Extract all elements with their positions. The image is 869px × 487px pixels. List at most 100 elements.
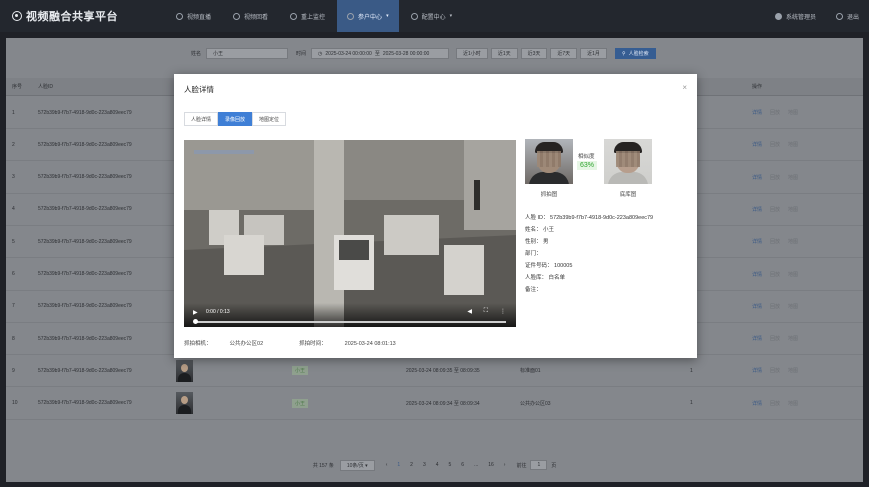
time-range-input[interactable]: ◷ 2025-03-24 00:00:00 至 2025-03-28 00:00… bbox=[311, 48, 450, 59]
page-4[interactable]: 4 bbox=[436, 462, 439, 468]
playback-button[interactable]: 回放 bbox=[770, 109, 780, 116]
volume-icon[interactable]: ◀ bbox=[467, 308, 472, 315]
name-label: 姓名 bbox=[191, 51, 202, 57]
detail-id-number: 证件号码： 100005 bbox=[525, 263, 573, 269]
live-icon bbox=[176, 12, 183, 20]
map-button[interactable]: 地图 bbox=[788, 141, 798, 148]
name-input[interactable]: 小王 bbox=[206, 48, 289, 59]
row-actions: 详情 回放 地图 bbox=[752, 367, 806, 374]
row-actions: 详情 回放 地图 bbox=[752, 303, 806, 310]
detail-button[interactable]: 详情 bbox=[752, 271, 762, 278]
page-3[interactable]: 3 bbox=[423, 462, 426, 468]
playback-button[interactable]: 回放 bbox=[770, 400, 780, 407]
map-button[interactable]: 地图 bbox=[788, 238, 798, 245]
capture-time-label: 抓拍时间： bbox=[299, 341, 327, 347]
detail-button[interactable]: 详情 bbox=[752, 238, 762, 245]
quick-1d-button[interactable]: 近1天 bbox=[490, 48, 518, 59]
map-button[interactable]: 地图 bbox=[788, 174, 798, 181]
page-ellipsis[interactable]: ... bbox=[474, 462, 478, 468]
goto-page-input[interactable]: 1 bbox=[530, 460, 548, 470]
quick-1m-button[interactable]: 近1月 bbox=[580, 48, 607, 59]
detail-button[interactable]: 详情 bbox=[752, 174, 762, 181]
playback-button[interactable]: 回放 bbox=[770, 271, 780, 278]
row-face-id: 572b39b9-f7b7-4918-9d0c-223a809eec79 bbox=[38, 206, 132, 213]
detail-button[interactable]: 详情 bbox=[752, 206, 762, 213]
nav-user-center[interactable]: 参户中心 ▾ bbox=[337, 0, 399, 32]
page-unit-label: 页 bbox=[551, 462, 557, 469]
detail-button[interactable]: 详情 bbox=[752, 303, 762, 310]
quick-7d-button[interactable]: 近7天 bbox=[550, 48, 578, 59]
gear-icon bbox=[410, 12, 418, 20]
quick-3d-button[interactable]: 近3天 bbox=[520, 48, 548, 59]
fullscreen-icon[interactable]: ⛶ bbox=[484, 308, 488, 315]
playback-button[interactable]: 回放 bbox=[770, 174, 780, 181]
page-5[interactable]: 5 bbox=[449, 462, 452, 468]
quick-1h-button[interactable]: 近1小时 bbox=[456, 48, 488, 59]
map-button[interactable]: 地图 bbox=[788, 335, 798, 342]
detail-face-library: 人脸库： 白名单 bbox=[525, 275, 566, 281]
playback-button[interactable]: 回放 bbox=[770, 335, 780, 342]
detail-button[interactable]: 详情 bbox=[752, 335, 762, 342]
row-actions: 详情 回放 地图 bbox=[752, 141, 806, 148]
total-count: 共 157 条 bbox=[312, 462, 334, 469]
header-right: 系统管理员 退出 bbox=[774, 0, 859, 32]
detail-button[interactable]: 详情 bbox=[752, 367, 762, 374]
video-progress-bar[interactable] bbox=[194, 321, 506, 323]
playback-button[interactable]: 回放 bbox=[770, 206, 780, 213]
power-icon bbox=[835, 12, 843, 20]
nav-config[interactable]: 配置中心 ▾ bbox=[401, 0, 463, 32]
map-button[interactable]: 地图 bbox=[788, 400, 798, 407]
page-1[interactable]: 1 bbox=[397, 462, 400, 468]
close-icon[interactable]: × bbox=[682, 83, 687, 92]
page-size-select[interactable]: 10条/页 ▾ bbox=[339, 459, 375, 471]
face-search-button[interactable]: ⚲ 人脸检索 bbox=[614, 48, 656, 59]
map-button[interactable]: 地图 bbox=[788, 271, 798, 278]
face-detail-modal: 人脸详情 × 人脸详情 录像回放 地图定位 ▶ 0:00 / 0:13 ◀ ⛶ … bbox=[174, 74, 697, 358]
detail-button[interactable]: 详情 bbox=[752, 141, 762, 148]
app-logo[interactable]: 视频融合共享平台 bbox=[12, 8, 152, 24]
detail-button[interactable]: 详情 bbox=[752, 109, 762, 116]
logout-button[interactable]: 退出 bbox=[835, 12, 859, 21]
playback-button[interactable]: 回放 bbox=[770, 303, 780, 310]
row-index: 3 bbox=[12, 174, 15, 181]
more-icon[interactable]: ⋮ bbox=[500, 308, 506, 315]
nav-live[interactable]: 视频直播 bbox=[166, 0, 221, 32]
row-index: 2 bbox=[12, 141, 15, 148]
playback-button[interactable]: 回放 bbox=[770, 367, 780, 374]
map-button[interactable]: 地图 bbox=[788, 206, 798, 213]
library-image bbox=[604, 139, 652, 184]
tab-video-playback[interactable]: 录像回放 bbox=[218, 112, 253, 126]
row-name: 小王 bbox=[292, 366, 309, 376]
capture-image bbox=[525, 139, 573, 184]
page-16[interactable]: 16 bbox=[488, 462, 494, 468]
next-page-button[interactable]: › bbox=[504, 462, 506, 468]
playback-button[interactable]: 回放 bbox=[770, 141, 780, 148]
modal-tabs: 人脸详情 录像回放 地图定位 bbox=[184, 112, 287, 126]
row-face-id: 572b39b9-f7b7-4918-9d0c-223a809eec79 bbox=[38, 271, 132, 277]
detail-button[interactable]: 详情 bbox=[752, 400, 762, 407]
prev-page-button[interactable]: ‹ bbox=[386, 462, 388, 468]
video-time: 0:00 / 0:13 bbox=[206, 309, 230, 315]
tab-map-location[interactable]: 地图定位 bbox=[252, 112, 287, 126]
tab-face-detail[interactable]: 人脸详情 bbox=[184, 112, 219, 126]
top-bar: 视频融合共享平台 视频直播 视频回看 重上监控 参户中心 ▾ 配置中心 ▾ 系统管理… bbox=[0, 0, 869, 32]
play-icon[interactable]: ▶ bbox=[193, 309, 198, 316]
capture-caption: 抓拍图 bbox=[540, 192, 558, 198]
map-button[interactable]: 地图 bbox=[788, 303, 798, 310]
page-6[interactable]: 6 bbox=[461, 462, 464, 468]
user-menu[interactable]: 系统管理员 bbox=[774, 12, 816, 21]
playback-button[interactable]: 回放 bbox=[770, 238, 780, 245]
video-frame bbox=[184, 140, 516, 327]
chevron-down-icon: ▾ bbox=[386, 13, 389, 19]
video-player[interactable]: ▶ 0:00 / 0:13 ◀ ⛶ ⋮ bbox=[184, 140, 516, 327]
row-count: 1 bbox=[690, 400, 693, 407]
map-button[interactable]: 地图 bbox=[788, 367, 798, 374]
row-time: 2025-03-24 08:09:35 至 08:09:35 bbox=[406, 368, 480, 375]
nav-monitor[interactable]: 重上监控 bbox=[280, 0, 335, 32]
map-button[interactable]: 地图 bbox=[788, 109, 798, 116]
row-face-id: 572b39b9-f7b7-4918-9d0c-223a809eec79 bbox=[38, 400, 132, 407]
row-actions: 详情 回放 地图 bbox=[752, 238, 806, 245]
page-2[interactable]: 2 bbox=[410, 462, 413, 468]
video-progress-handle[interactable] bbox=[193, 319, 198, 324]
nav-playback[interactable]: 视频回看 bbox=[223, 0, 278, 32]
